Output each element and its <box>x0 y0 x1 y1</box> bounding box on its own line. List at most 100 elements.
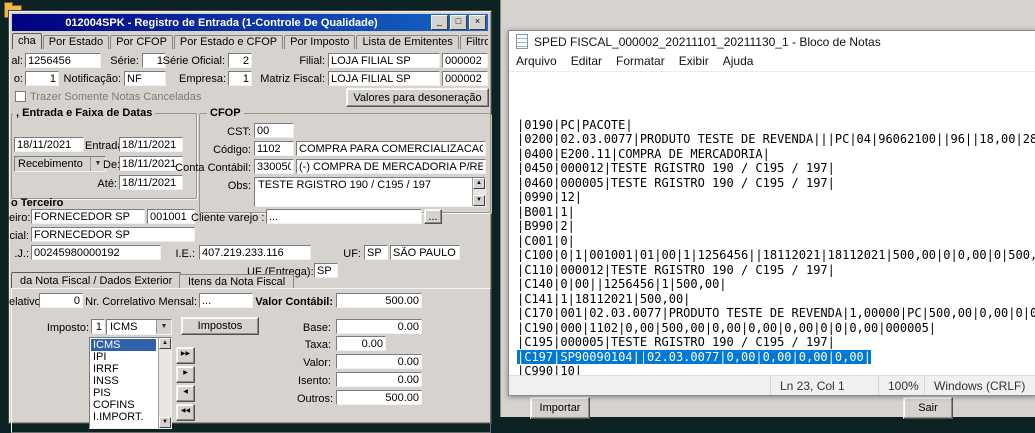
minimize-button[interactable]: _ <box>431 15 448 30</box>
importar-button[interactable]: Importar <box>530 397 590 419</box>
menu-item[interactable]: Ajuda <box>716 52 761 71</box>
emissao-input[interactable] <box>14 137 84 152</box>
codigo-input[interactable] <box>254 141 294 156</box>
imposto-num-input[interactable] <box>91 319 105 334</box>
notepad-line[interactable]: |0990|12| <box>517 190 1035 205</box>
move-button[interactable]: ◀ <box>176 385 195 402</box>
list-item[interactable]: IRRF <box>91 363 156 375</box>
desoneracao-button[interactable]: Valores para desoneração <box>346 88 489 107</box>
fornecedor-input[interactable] <box>31 209 145 224</box>
filial-input[interactable] <box>328 53 440 68</box>
tab[interactable]: Por Imposto <box>284 35 356 49</box>
list-item[interactable]: ICMS <box>91 339 156 351</box>
scroll-down-icon[interactable]: ▼ <box>159 417 171 428</box>
outros-label: Outros: <box>297 393 334 405</box>
imposto-combo[interactable]: ICMS ▼ <box>106 319 172 335</box>
uf-input[interactable] <box>364 245 388 260</box>
relativo-input[interactable] <box>39 293 83 308</box>
tab[interactable]: Por CFOP <box>110 35 173 49</box>
uf-entrega-input[interactable] <box>314 263 338 278</box>
notepad-line[interactable]: |0190|PC|PACOTE| <box>517 118 1035 133</box>
chevron-down-icon[interactable]: ▼ <box>156 320 171 334</box>
obs-scrollbar[interactable]: ▲ ▼ <box>472 178 485 206</box>
notepad-line[interactable]: |0460|000005|TESTE RGISTRO 190 / C195 / … <box>517 176 1035 191</box>
notepad-line[interactable]: |C197|SP90090104||02.03.0077|0,00|0,00|0… <box>517 349 1035 365</box>
cliente-varejo-browse-button[interactable]: ... <box>424 209 442 224</box>
isento-input[interactable] <box>336 372 422 387</box>
notepad-line[interactable]: |C110|000012|TESTE RGISTRO 190 / C195 / … <box>517 263 1035 278</box>
valor-contabil-input[interactable] <box>336 293 422 308</box>
notepad-line[interactable]: |C001|0| <box>517 234 1035 249</box>
move-button[interactable]: ▶▶ <box>176 347 195 364</box>
notepad-line[interactable]: |C141|1|18112021|500,00| <box>517 292 1035 307</box>
tab-nota-fiscal[interactable]: da Nota Fiscal / Dados Exterior <box>11 272 182 289</box>
notepad-line[interactable]: |C140|0|00||1256456|1|500,00| <box>517 277 1035 292</box>
conta-contabil-input[interactable] <box>254 159 294 174</box>
notepad-line[interactable]: |C100|0|1|001001|01|00|1|1256456||181120… <box>517 248 1035 263</box>
sair-button[interactable]: Sair <box>903 397 953 419</box>
close-button[interactable]: × <box>469 15 486 30</box>
ie-input[interactable] <box>199 245 311 260</box>
empresa-input[interactable] <box>228 71 252 86</box>
scroll-up-icon[interactable]: ▲ <box>159 338 171 349</box>
list-item[interactable]: IPI <box>91 351 156 363</box>
tab[interactable]: Por Estado e CFOP <box>173 35 284 49</box>
recebimento-combo[interactable]: Recebimento ▼ <box>14 156 106 172</box>
notepad-line[interactable]: |C170|001|02.03.0077|PRODUTO TESTE DE RE… <box>517 306 1035 321</box>
impostos-button[interactable]: Impostos <box>181 317 259 335</box>
cst-input[interactable] <box>254 123 294 138</box>
tab[interactable]: cha <box>12 33 42 49</box>
matriz-code-input[interactable] <box>442 71 488 86</box>
correlativo-input[interactable] <box>199 293 253 308</box>
fiscal-input[interactable] <box>25 53 101 68</box>
list-item[interactable]: INSS <box>91 375 156 387</box>
tab[interactable]: Lista de Emitentes <box>356 35 459 49</box>
menu-item[interactable]: Editar <box>564 52 609 71</box>
notepad-line[interactable]: |0200|02.03.0077|PRODUTO TESTE DE REVEND… <box>517 132 1035 147</box>
codigo-desc-input[interactable] <box>296 141 486 156</box>
impostos-scrollbar[interactable]: ▲ ▼ <box>158 338 171 428</box>
numero-input[interactable] <box>25 71 59 86</box>
notepad-line[interactable]: |C990|10| <box>517 364 1035 375</box>
tab[interactable]: Filtros <box>459 35 488 49</box>
notepad-line[interactable]: |B001|1| <box>517 205 1035 220</box>
scroll-down-icon[interactable]: ▼ <box>473 195 485 206</box>
tab[interactable]: Por Estado <box>42 35 110 49</box>
cliente-varejo-input[interactable] <box>266 209 422 224</box>
somente-canceladas-checkbox[interactable] <box>15 91 26 102</box>
notepad-text[interactable]: |0190|PC|PACOTE| |0200|02.03.0077|PRODUTO… <box>510 72 1035 375</box>
notepad-line[interactable]: |C195|000005|TESTE RGISTRO 190 / C195 / … <box>517 335 1035 350</box>
notepad-line[interactable]: |0400|E200.11|COMPRA DE MERCADORIA| <box>517 147 1035 162</box>
menu-item[interactable]: Formatar <box>609 52 672 71</box>
list-item[interactable]: COFINS <box>91 399 156 411</box>
notepad-line[interactable]: |B990|2| <box>517 219 1035 234</box>
matriz-input[interactable] <box>328 71 440 86</box>
notepad-line[interactable]: |C190|000|1102|0,00|500,00|0,00|0,00|0,0… <box>517 321 1035 336</box>
outros-input[interactable] <box>336 390 422 405</box>
razao-input[interactable] <box>31 227 195 242</box>
entrada-input[interactable] <box>119 137 183 152</box>
tab-itens-nota-fiscal[interactable]: Itens da Nota Fiscal <box>179 274 295 289</box>
taxa-input[interactable] <box>336 336 386 351</box>
serie-oficial-input[interactable] <box>228 53 252 68</box>
de-input[interactable] <box>119 156 183 171</box>
notificacao-input[interactable] <box>124 71 166 86</box>
move-button[interactable]: ◀◀ <box>176 404 195 421</box>
scroll-up-icon[interactable]: ▲ <box>473 178 485 189</box>
fornecedor-code-input[interactable] <box>147 209 195 224</box>
valor-input[interactable] <box>336 354 422 369</box>
uf-desc-input[interactable] <box>390 245 460 260</box>
base-input[interactable] <box>336 319 422 334</box>
maximize-button[interactable]: □ <box>450 15 467 30</box>
move-button[interactable]: ▶ <box>176 366 195 383</box>
menu-item[interactable]: Arquivo <box>509 52 564 71</box>
cnpj-input[interactable] <box>31 245 161 260</box>
ate-input[interactable] <box>119 175 183 190</box>
conta-desc-input[interactable] <box>296 159 486 174</box>
menu-item[interactable]: Exibir <box>672 52 716 71</box>
list-item[interactable]: I.IMPORT. <box>91 411 156 423</box>
notepad-line[interactable]: |0450|000012|TESTE RGISTRO 190 / C195 / … <box>517 161 1035 176</box>
filial-code-input[interactable] <box>442 53 488 68</box>
list-item[interactable]: PIS <box>91 387 156 399</box>
obs-textarea[interactable]: TESTE RGISTRO 190 / C195 / 197 <box>254 177 486 207</box>
